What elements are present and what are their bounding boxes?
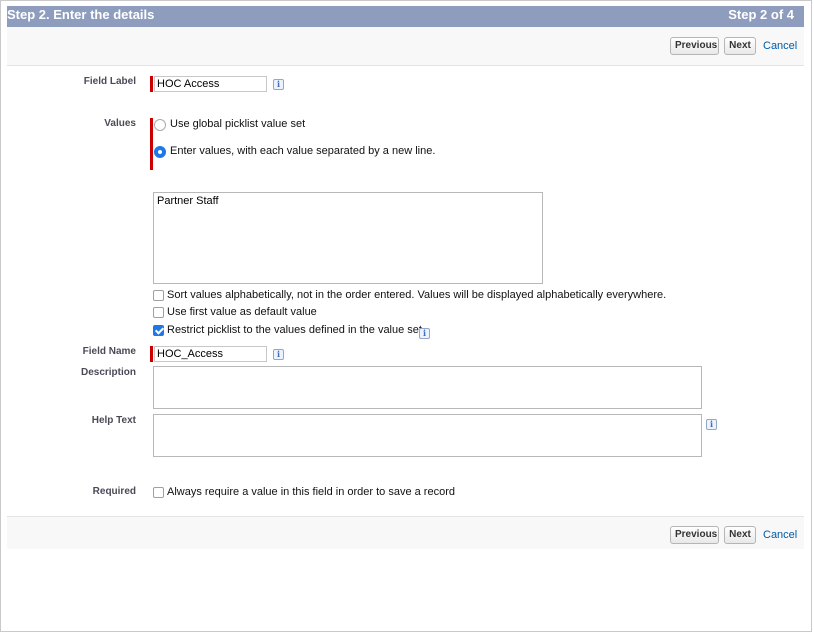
- first-value-default-checkbox[interactable]: [153, 307, 164, 318]
- cancel-link-top[interactable]: Cancel: [763, 40, 797, 52]
- field-label-input[interactable]: HOC Access: [154, 76, 267, 92]
- field-name-label: Field Name: [82, 346, 136, 357]
- always-required-checkbox[interactable]: [153, 487, 164, 498]
- help-text-label: Help Text: [91, 415, 136, 426]
- field-name-input[interactable]: HOC_Access: [154, 346, 267, 362]
- required-indicator: [150, 76, 153, 92]
- help-text-textarea[interactable]: [153, 414, 702, 457]
- restrict-picklist-checkbox[interactable]: [153, 325, 164, 336]
- sort-alphabetically-checkbox[interactable]: [153, 290, 164, 301]
- restrict-picklist-label: Restrict picklist to the values defined …: [167, 324, 426, 336]
- step-indicator: Step 2 of 4: [728, 7, 794, 22]
- required-label: Required: [92, 486, 136, 497]
- info-icon[interactable]: i: [419, 328, 430, 339]
- next-button-bottom[interactable]: Next: [724, 526, 756, 544]
- always-required-label: Always require a value in this field in …: [167, 486, 455, 498]
- first-value-default-label: Use first value as default value: [167, 306, 317, 318]
- picklist-values-textarea[interactable]: Partner Staff: [153, 192, 543, 284]
- global-picklist-label: Use global picklist value set: [170, 118, 306, 130]
- info-icon[interactable]: i: [273, 79, 284, 90]
- previous-button-bottom[interactable]: Previous: [670, 526, 719, 544]
- values-label: Values: [104, 118, 136, 129]
- field-label-label: Field Label: [83, 76, 136, 87]
- step-header: Step 2. Enter the details Step 2 of 4: [7, 6, 804, 27]
- required-indicator: [150, 118, 153, 170]
- enter-values-label: Enter values, with each value separated …: [170, 145, 436, 157]
- info-icon[interactable]: i: [273, 349, 284, 360]
- top-button-bar: Previous Next Cancel: [7, 27, 804, 66]
- next-button-top[interactable]: Next: [724, 37, 756, 55]
- sort-alphabetically-label: Sort values alphabetically, not in the o…: [167, 289, 667, 301]
- cancel-link-bottom[interactable]: Cancel: [763, 529, 797, 541]
- required-indicator: [150, 346, 153, 362]
- description-textarea[interactable]: [153, 366, 702, 409]
- description-label: Description: [80, 367, 136, 378]
- info-icon[interactable]: i: [706, 419, 717, 430]
- previous-button-top[interactable]: Previous: [670, 37, 719, 55]
- enter-values-radio[interactable]: [154, 146, 166, 158]
- global-picklist-radio[interactable]: [154, 119, 166, 131]
- step-title: Step 2. Enter the details: [7, 7, 155, 22]
- bottom-button-bar: Previous Next Cancel: [7, 516, 804, 549]
